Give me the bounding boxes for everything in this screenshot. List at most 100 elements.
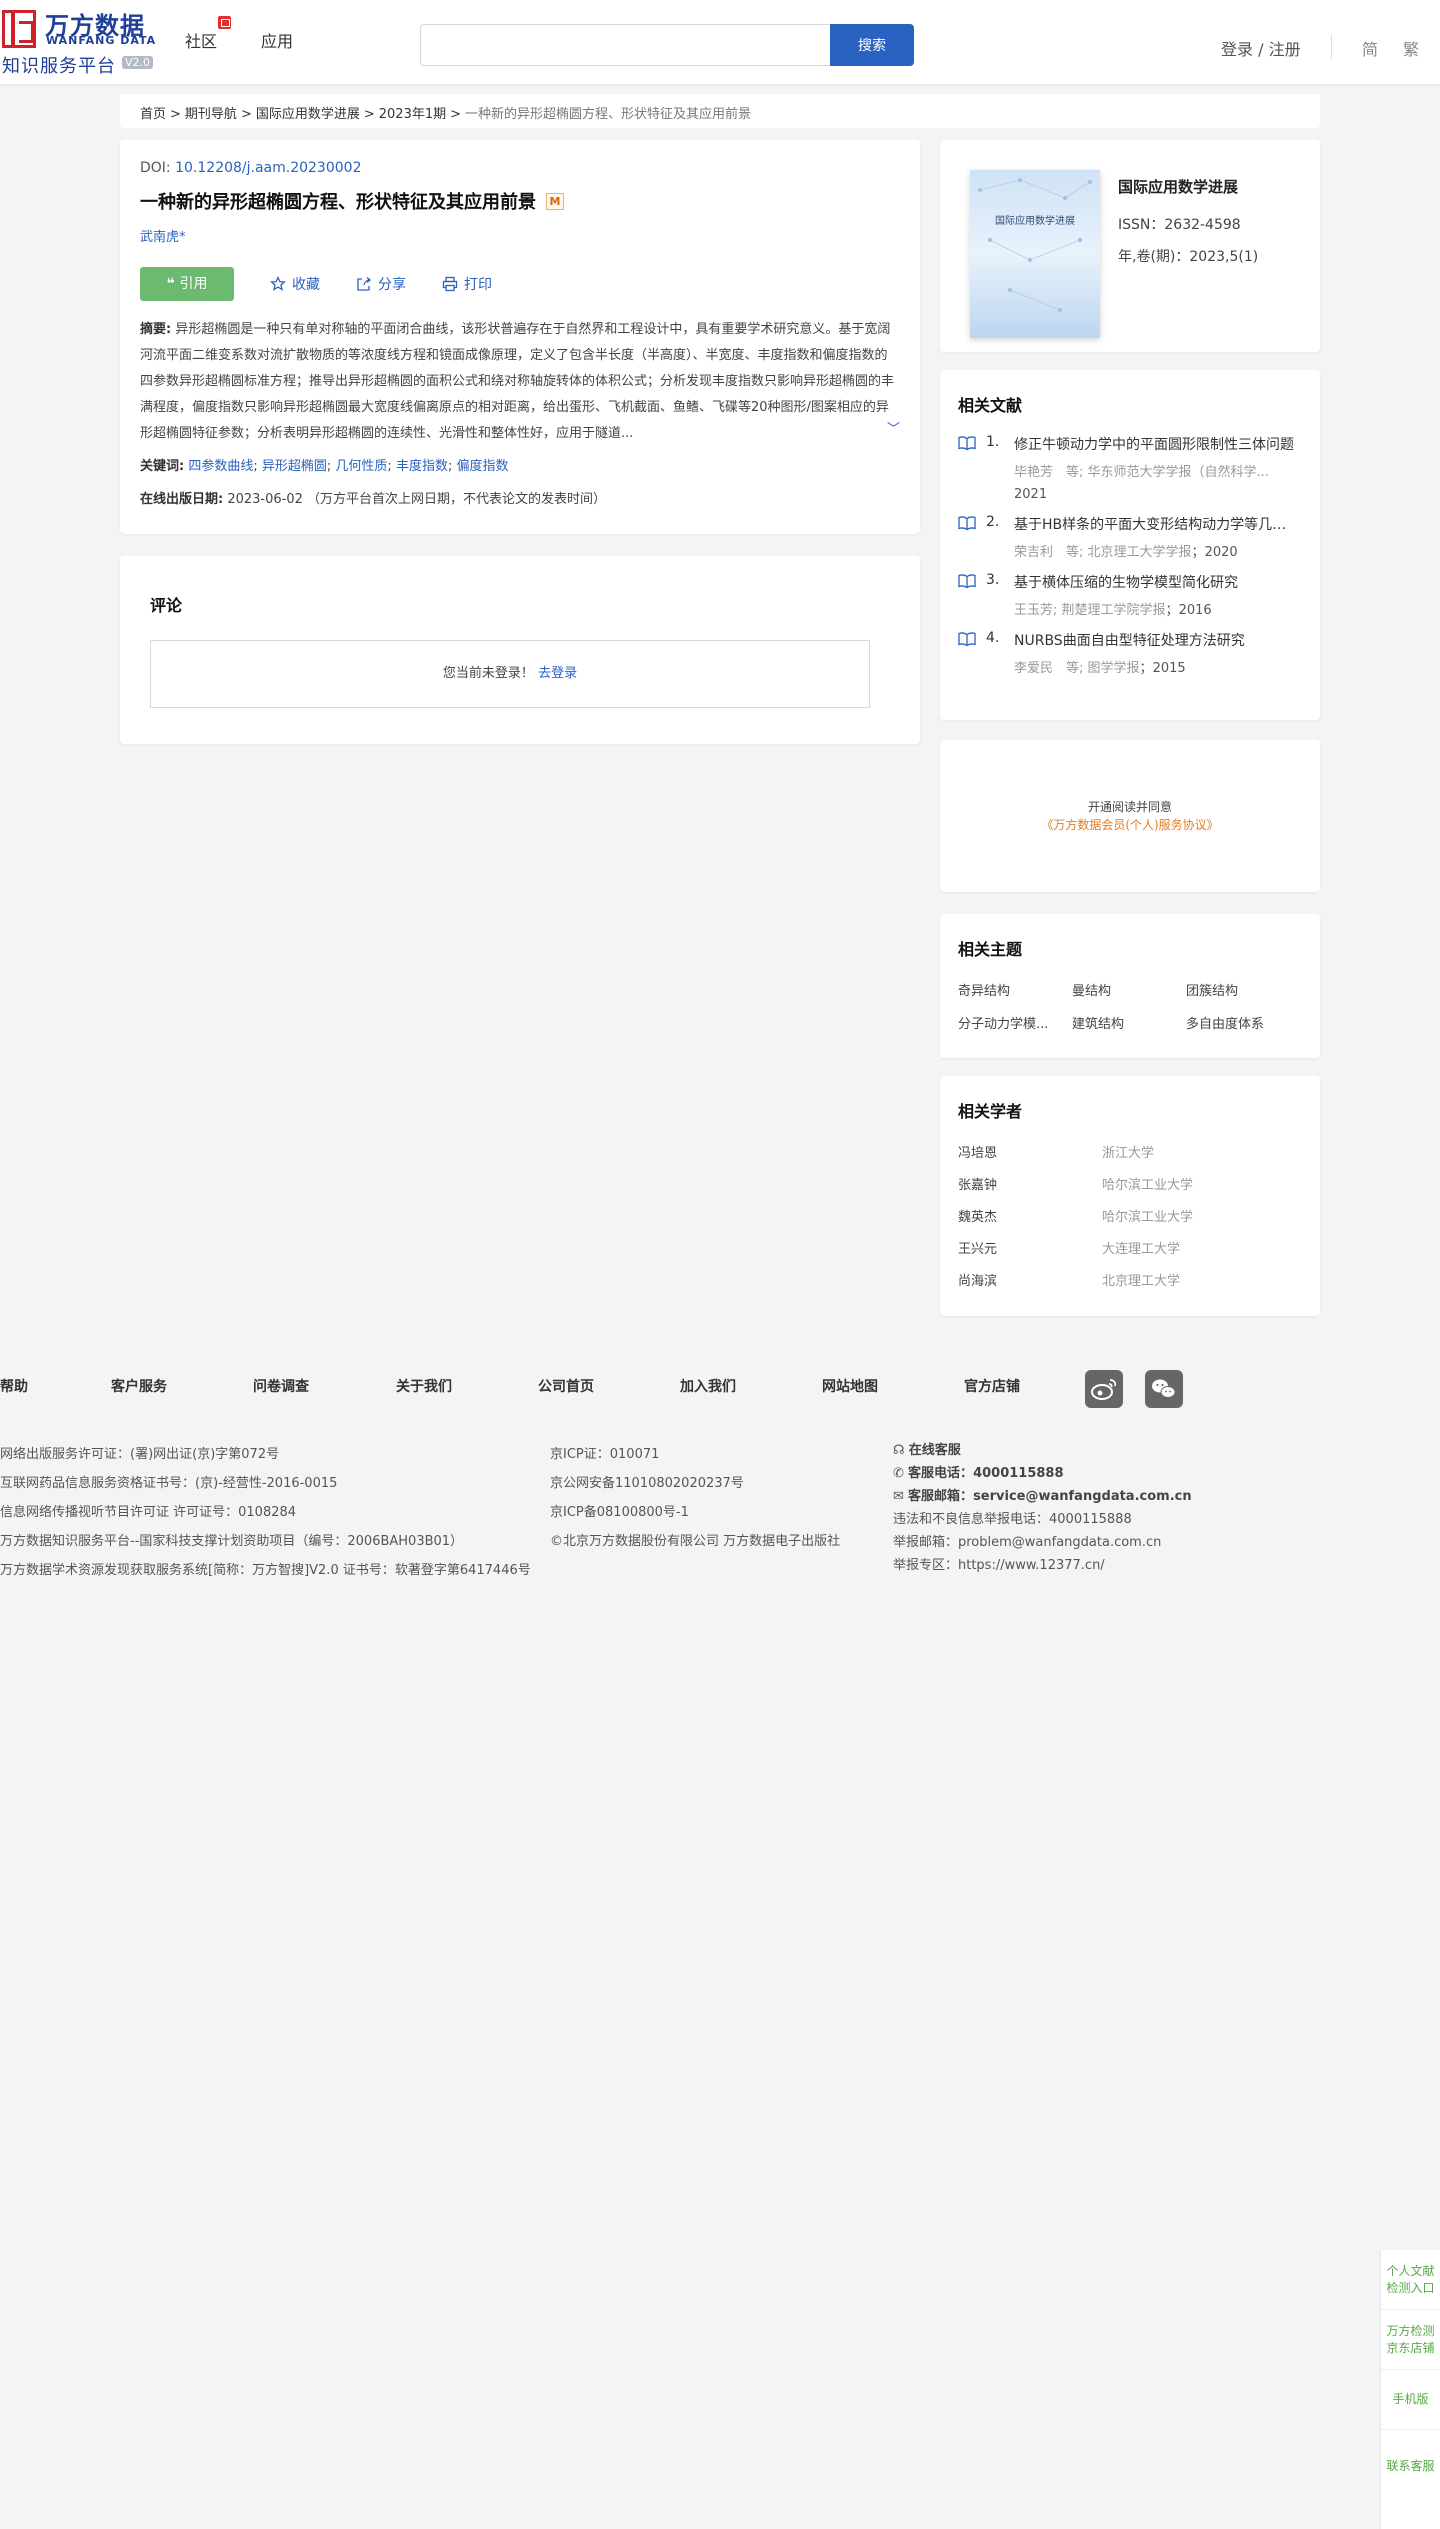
online-service-row[interactable]: ☊ 在线客服 — [893, 1439, 1192, 1462]
article-title-row: 一种新的异形超椭圆方程、形状特征及其应用前景 M — [140, 188, 900, 214]
scholar-name[interactable]: 尚海滨 — [958, 1270, 1102, 1302]
wechat-icon[interactable] — [1145, 1370, 1183, 1408]
scholar-row[interactable]: 张嘉钟 哈尔滨工业大学 — [958, 1174, 1302, 1206]
report-email[interactable]: 举报邮箱：problem@wanfangdata.com.cn — [893, 1531, 1192, 1554]
breadcrumb-home[interactable]: 首页 — [140, 107, 166, 122]
scholar-row[interactable]: 魏英杰 哈尔滨工业大学 — [958, 1206, 1302, 1238]
footer-link-survey[interactable]: 问卷调查 — [253, 1376, 309, 1396]
footer-icp-line[interactable]: 京ICP备08100800号-1 — [550, 1498, 840, 1527]
footer-link-help[interactable]: 帮助 — [0, 1376, 28, 1396]
footer-license-line: 信息网络传播视听节目许可证 许可证号：0108284 — [0, 1505, 297, 1520]
related-doc-title[interactable]: 修正牛顿动力学中的平面圆形限制性三体问题 — [1014, 434, 1298, 456]
related-doc-authors: 毕艳芳 等; — [1014, 465, 1084, 480]
cite-button[interactable]: ❝ 引用 — [140, 267, 234, 301]
online-service-label: 在线客服 — [908, 1443, 961, 1458]
breadcrumb-issue[interactable]: 2023年1期 — [379, 107, 446, 122]
footer-license-line: 互联网药品信息服务资格证书号：(京)-经营性-2016-0015 — [0, 1476, 338, 1491]
search-button[interactable]: 搜索 — [830, 24, 914, 66]
footer-link-sitemap[interactable]: 网站地图 — [822, 1376, 878, 1396]
footer-link-join-us[interactable]: 加入我们 — [680, 1376, 736, 1396]
scholar-org[interactable]: 大连理工大学 — [1102, 1238, 1180, 1270]
keyword-link[interactable]: 偏度指数 — [456, 459, 508, 474]
share-icon — [357, 277, 372, 291]
related-doc-title[interactable]: 基于HB样条的平面大变形结构动力学等几何... — [1014, 514, 1298, 536]
topic-link[interactable]: 曼结构 — [1072, 980, 1186, 999]
nav-apps[interactable]: 应用 — [261, 28, 293, 52]
topic-link[interactable]: 分子动力学模... — [958, 1013, 1072, 1032]
scholar-name[interactable]: 王兴元 — [958, 1238, 1102, 1270]
scholar-org[interactable]: 浙江大学 — [1102, 1142, 1154, 1174]
topic-link[interactable]: 团簇结构 — [1186, 980, 1300, 999]
nav-community[interactable]: 社区 — [185, 28, 217, 52]
login-register-link[interactable]: 登录 / 注册 — [1221, 36, 1301, 60]
scholar-row[interactable]: 王兴元 大连理工大学 — [958, 1238, 1302, 1270]
keyword-link[interactable]: 四参数曲线 — [188, 459, 253, 474]
search-input[interactable] — [420, 24, 830, 66]
doi-link[interactable]: 10.12208/j.aam.20230002 — [175, 160, 361, 176]
share-button[interactable]: 分享 — [356, 274, 406, 294]
related-scholars-card: 相关学者 冯培恩 浙江大学 张嘉钟 哈尔滨工业大学 魏英杰 哈尔滨工业大学 王兴元 大连… — [940, 1076, 1320, 1316]
headset-icon: ☊ — [893, 1443, 905, 1458]
related-doc-year: 2020 — [1204, 545, 1238, 560]
footer-link-official-store[interactable]: 官方店铺 — [964, 1376, 1020, 1396]
weibo-icon[interactable] — [1085, 1370, 1123, 1408]
wanfang-logo[interactable]: 万方数据 WANFANG DATA 知识服务平台 V2.0 — [0, 6, 160, 77]
scholar-row[interactable]: 冯培恩 浙江大学 — [958, 1142, 1302, 1174]
breadcrumb: 首页 > 期刊导航 > 国际应用数学进展 >2023年1期 > 一种新的异形超椭圆方程、形状特… — [120, 94, 1320, 128]
keyword-link[interactable]: 丰度指数 — [396, 459, 448, 474]
breadcrumb-journal[interactable]: 国际应用数学进展 — [256, 107, 360, 122]
footer-link-customer-service[interactable]: 客户服务 — [111, 1376, 167, 1396]
related-doc-title[interactable]: NURBS曲面自由型特征处理方法研究 — [1014, 630, 1298, 652]
related-doc-item[interactable]: 2. 基于HB样条的平面大变形结构动力学等几何... 荣吉利 等; 北京理工大学… — [958, 514, 1302, 564]
go-login-link[interactable]: 去登录 — [538, 666, 577, 681]
side-plagiarism-check-entry[interactable]: 个人文献检测入口 — [1381, 2250, 1440, 2310]
favorite-button[interactable]: 收藏 — [270, 274, 320, 294]
related-doc-item[interactable]: 1. 修正牛顿动力学中的平面圆形限制性三体问题 毕艳芳 等; 华东师范大学学报（… — [958, 434, 1302, 506]
open-reading-card: 开通阅读并同意 《万方数据会员(个人)服务协议》 — [940, 740, 1320, 892]
related-doc-item[interactable]: 3. 基于横体压缩的生物学模型简化研究 王玉芳; 荆楚理工学院学报；2016 — [958, 572, 1302, 622]
keyword-link[interactable]: 异形超椭圆 — [262, 459, 327, 474]
m-badge-icon: M — [546, 192, 564, 210]
related-doc-item[interactable]: 4. NURBS曲面自由型特征处理方法研究 李爱民 等; 图学学报；2015 — [958, 630, 1302, 680]
journal-name[interactable]: 国际应用数学进展 — [1118, 176, 1238, 197]
footer-link-company-home[interactable]: 公司首页 — [538, 1376, 594, 1396]
lang-traditional-button[interactable]: 繁 — [1403, 36, 1419, 60]
scholar-name[interactable]: 冯培恩 — [958, 1142, 1102, 1174]
expand-abstract-chevron-icon[interactable]: ﹀ — [886, 417, 900, 443]
scholar-org[interactable]: 哈尔滨工业大学 — [1102, 1174, 1193, 1206]
floating-side-menu: 个人文献检测入口 万方检测京东店铺 手机版 联系客服 — [1380, 2250, 1440, 2529]
author-link[interactable]: 武南虎* — [140, 226, 900, 245]
breadcrumb-journal-nav[interactable]: 期刊导航 — [185, 107, 237, 122]
abstract: 摘要: 异形超椭圆是一种只有单对称轴的平面闭合曲线，该形状普遍存在于自然界和工程… — [140, 317, 900, 447]
scholar-org[interactable]: 北京理工大学 — [1102, 1270, 1180, 1302]
journal-issn: ISSN：2632-4598 — [1118, 217, 1241, 233]
service-agreement-link[interactable]: 《万方数据会员(个人)服务协议》 — [940, 816, 1320, 834]
report-zone[interactable]: 举报专区：https://www.12377.cn/ — [893, 1554, 1192, 1577]
lang-simplified-button[interactable]: 简 — [1362, 36, 1378, 60]
abstract-label: 摘要: — [140, 322, 172, 337]
related-doc-source: 图学学报 — [1087, 661, 1140, 676]
topic-link[interactable]: 建筑结构 — [1072, 1013, 1186, 1032]
footer-link-about[interactable]: 关于我们 — [396, 1376, 452, 1396]
side-mobile-version[interactable]: 手机版 — [1381, 2370, 1440, 2430]
book-icon — [958, 632, 976, 647]
print-button[interactable]: 打印 — [442, 274, 492, 294]
topic-link[interactable]: 多自由度体系 — [1186, 1013, 1300, 1032]
share-label: 分享 — [378, 277, 406, 293]
side-jd-store-link[interactable]: 万方检测京东店铺 — [1381, 2310, 1440, 2370]
footer-icp-line[interactable]: 京ICP证：010071 — [550, 1440, 840, 1469]
related-doc-title[interactable]: 基于横体压缩的生物学模型简化研究 — [1014, 572, 1298, 594]
email-value[interactable]: service@wanfangdata.com.cn — [973, 1489, 1192, 1504]
related-doc-authors: 王玉芳; — [1014, 603, 1058, 618]
footer-icp-line[interactable]: 京公网安备11010802020237号 — [550, 1469, 840, 1498]
related-doc-authors: 李爱民 等; — [1014, 661, 1084, 676]
journal-cover[interactable]: 国际应用数学进展 — [970, 170, 1100, 338]
scholar-org[interactable]: 哈尔滨工业大学 — [1102, 1206, 1193, 1238]
scholar-name[interactable]: 张嘉钟 — [958, 1174, 1102, 1206]
keyword-link[interactable]: 几何性质 — [335, 459, 387, 474]
scholar-name[interactable]: 魏英杰 — [958, 1206, 1102, 1238]
scholar-row[interactable]: 尚海滨 北京理工大学 — [958, 1270, 1302, 1302]
related-doc-number: 3. — [986, 572, 1000, 588]
topic-link[interactable]: 奇异结构 — [958, 980, 1072, 999]
side-contact-service[interactable]: 联系客服 — [1381, 2430, 1440, 2502]
